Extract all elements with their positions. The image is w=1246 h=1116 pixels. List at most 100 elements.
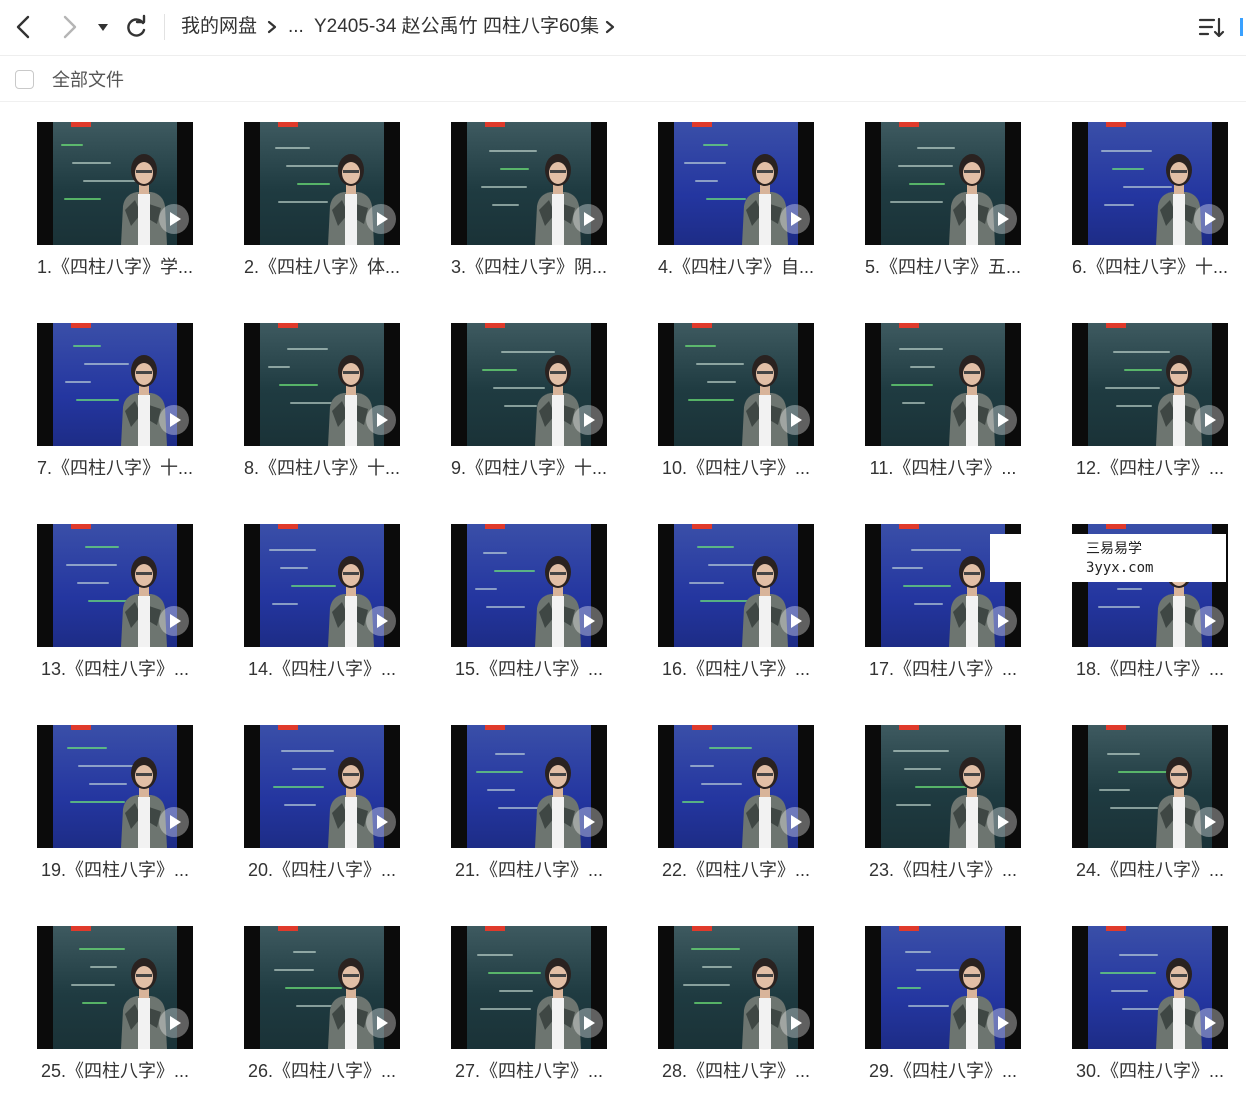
video-file-item[interactable]: 23.《四柱八字》... xyxy=(865,725,1021,881)
file-name-label[interactable]: 26.《四柱八字》... xyxy=(244,1060,400,1082)
video-thumbnail[interactable] xyxy=(865,122,1021,245)
video-thumbnail[interactable] xyxy=(37,524,193,647)
video-file-item[interactable]: 16.《四柱八字》... xyxy=(658,524,814,680)
file-name-label[interactable]: 19.《四柱八字》... xyxy=(37,859,193,881)
file-name-label[interactable]: 21.《四柱八字》... xyxy=(451,859,607,881)
video-thumbnail[interactable] xyxy=(451,926,607,1049)
play-icon[interactable] xyxy=(573,1008,603,1038)
file-name-label[interactable]: 14.《四柱八字》... xyxy=(244,658,400,680)
video-thumbnail[interactable] xyxy=(1072,926,1228,1049)
file-name-label[interactable]: 7.《四柱八字》十... xyxy=(37,457,193,479)
video-file-item[interactable]: 30.《四柱八字》... xyxy=(1072,926,1228,1082)
video-file-item[interactable]: 7.《四柱八字》十... xyxy=(37,323,193,479)
video-thumbnail[interactable] xyxy=(451,725,607,848)
play-icon[interactable] xyxy=(366,405,396,435)
file-name-label[interactable]: 8.《四柱八字》十... xyxy=(244,457,400,479)
video-file-item[interactable]: 10.《四柱八字》... xyxy=(658,323,814,479)
play-icon[interactable] xyxy=(987,204,1017,234)
file-name-label[interactable]: 28.《四柱八字》... xyxy=(658,1060,814,1082)
play-icon[interactable] xyxy=(573,807,603,837)
play-icon[interactable] xyxy=(780,204,810,234)
play-icon[interactable] xyxy=(366,204,396,234)
video-file-item[interactable]: 2.《四柱八字》体... xyxy=(244,122,400,278)
video-thumbnail[interactable] xyxy=(1072,725,1228,848)
video-thumbnail[interactable] xyxy=(658,122,814,245)
video-thumbnail[interactable] xyxy=(244,725,400,848)
play-icon[interactable] xyxy=(1194,1008,1224,1038)
video-file-item[interactable]: 11.《四柱八字》... xyxy=(865,323,1021,479)
video-file-item[interactable]: 6.《四柱八字》十... xyxy=(1072,122,1228,278)
play-icon[interactable] xyxy=(1194,606,1224,636)
video-file-item[interactable]: 24.《四柱八字》... xyxy=(1072,725,1228,881)
video-file-item[interactable]: 13.《四柱八字》... xyxy=(37,524,193,680)
file-name-label[interactable]: 17.《四柱八字》... xyxy=(865,658,1021,680)
file-name-label[interactable]: 27.《四柱八字》... xyxy=(451,1060,607,1082)
play-icon[interactable] xyxy=(780,807,810,837)
video-thumbnail[interactable] xyxy=(37,323,193,446)
video-thumbnail[interactable] xyxy=(244,524,400,647)
file-name-label[interactable]: 6.《四柱八字》十... xyxy=(1072,256,1228,278)
file-name-label[interactable]: 10.《四柱八字》... xyxy=(658,457,814,479)
breadcrumb-ellipsis[interactable]: ... xyxy=(288,14,304,40)
video-file-item[interactable]: 5.《四柱八字》五... xyxy=(865,122,1021,278)
video-thumbnail[interactable] xyxy=(37,122,193,245)
play-icon[interactable] xyxy=(987,405,1017,435)
breadcrumb-root[interactable]: 我的网盘 xyxy=(181,14,257,40)
video-thumbnail[interactable] xyxy=(865,926,1021,1049)
play-icon[interactable] xyxy=(1194,204,1224,234)
breadcrumb-current-folder[interactable]: Y2405-34 赵公禹竹 四柱八字60集 xyxy=(314,14,599,40)
video-file-item[interactable]: 14.《四柱八字》... xyxy=(244,524,400,680)
video-file-item[interactable]: 22.《四柱八字》... xyxy=(658,725,814,881)
play-icon[interactable] xyxy=(573,405,603,435)
video-thumbnail[interactable] xyxy=(1072,122,1228,245)
video-file-item[interactable]: 26.《四柱八字》... xyxy=(244,926,400,1082)
play-icon[interactable] xyxy=(366,807,396,837)
play-icon[interactable] xyxy=(987,606,1017,636)
video-thumbnail[interactable] xyxy=(1072,323,1228,446)
play-icon[interactable] xyxy=(1194,405,1224,435)
video-file-item[interactable]: 8.《四柱八字》十... xyxy=(244,323,400,479)
file-name-label[interactable]: 13.《四柱八字》... xyxy=(37,658,193,680)
file-name-label[interactable]: 5.《四柱八字》五... xyxy=(865,256,1021,278)
video-thumbnail[interactable] xyxy=(244,323,400,446)
back-arrow-icon[interactable] xyxy=(10,12,38,42)
video-file-item[interactable]: 29.《四柱八字》... xyxy=(865,926,1021,1082)
video-thumbnail[interactable] xyxy=(658,926,814,1049)
video-thumbnail[interactable] xyxy=(37,725,193,848)
video-file-item[interactable]: 20.《四柱八字》... xyxy=(244,725,400,881)
forward-arrow-icon[interactable] xyxy=(55,12,83,42)
file-name-label[interactable]: 25.《四柱八字》... xyxy=(37,1060,193,1082)
video-file-item[interactable]: 12.《四柱八字》... xyxy=(1072,323,1228,479)
play-icon[interactable] xyxy=(780,405,810,435)
video-file-item[interactable]: 28.《四柱八字》... xyxy=(658,926,814,1082)
video-thumbnail[interactable] xyxy=(658,323,814,446)
file-name-label[interactable]: 4.《四柱八字》自... xyxy=(658,256,814,278)
file-name-label[interactable]: 18.《四柱八字》... xyxy=(1072,658,1228,680)
file-name-label[interactable]: 22.《四柱八字》... xyxy=(658,859,814,881)
file-name-label[interactable]: 20.《四柱八字》... xyxy=(244,859,400,881)
video-thumbnail[interactable] xyxy=(865,725,1021,848)
select-all-checkbox[interactable] xyxy=(15,70,34,89)
file-name-label[interactable]: 15.《四柱八字》... xyxy=(451,658,607,680)
video-file-item[interactable]: 3.《四柱八字》阴... xyxy=(451,122,607,278)
video-thumbnail[interactable] xyxy=(451,323,607,446)
file-name-label[interactable]: 12.《四柱八字》... xyxy=(1072,457,1228,479)
video-thumbnail[interactable] xyxy=(658,524,814,647)
video-file-item[interactable]: 1.《四柱八字》学... xyxy=(37,122,193,278)
video-thumbnail[interactable] xyxy=(865,323,1021,446)
file-name-label[interactable]: 3.《四柱八字》阴... xyxy=(451,256,607,278)
play-icon[interactable] xyxy=(159,405,189,435)
play-icon[interactable] xyxy=(987,807,1017,837)
video-file-item[interactable]: 25.《四柱八字》... xyxy=(37,926,193,1082)
file-name-label[interactable]: 30.《四柱八字》... xyxy=(1072,1060,1228,1082)
sort-descending-icon[interactable] xyxy=(1198,16,1226,40)
play-icon[interactable] xyxy=(780,606,810,636)
video-thumbnail[interactable] xyxy=(658,725,814,848)
file-name-label[interactable]: 29.《四柱八字》... xyxy=(865,1060,1021,1082)
play-icon[interactable] xyxy=(159,606,189,636)
file-name-label[interactable]: 16.《四柱八字》... xyxy=(658,658,814,680)
video-thumbnail[interactable] xyxy=(451,122,607,245)
file-name-label[interactable]: 1.《四柱八字》学... xyxy=(37,256,193,278)
video-file-item[interactable]: 9.《四柱八字》十... xyxy=(451,323,607,479)
play-icon[interactable] xyxy=(366,1008,396,1038)
